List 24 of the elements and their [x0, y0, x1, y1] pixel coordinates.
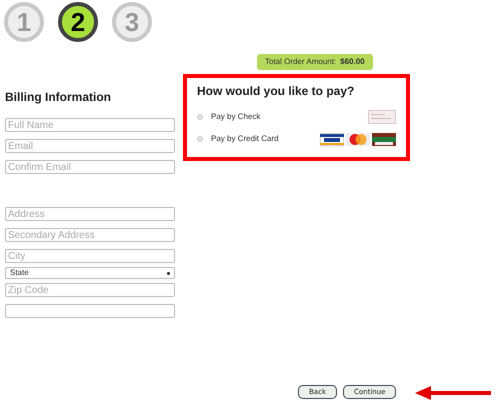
question-heading: How would you like to pay? — [197, 83, 356, 100]
input-field[interactable]: Confirm Email — [5, 160, 175, 174]
input-field[interactable]: Address — [5, 207, 175, 221]
card-icon — [372, 132, 396, 146]
input-field[interactable]: City — [5, 249, 175, 263]
arrow-icon — [415, 386, 491, 400]
radio-button[interactable] — [197, 136, 203, 142]
step-indicator: 3 — [112, 2, 152, 42]
input-field[interactable]: Full Name — [5, 118, 175, 132]
input-field[interactable]: Email — [5, 139, 175, 153]
state-dropdown[interactable]: State — [5, 267, 175, 279]
check-icon — [368, 110, 396, 124]
total-badge: Total Order Amount: $60.00 — [257, 54, 373, 70]
step-indicator: 2 — [58, 2, 98, 42]
input-field[interactable] — [5, 304, 175, 318]
section-heading: Billing Information — [5, 89, 112, 106]
option-label: Pay by Check — [211, 111, 262, 123]
input-field[interactable]: Zip Code — [5, 283, 175, 297]
input-field[interactable]: Secondary Address — [5, 228, 175, 242]
radio-button[interactable] — [197, 114, 203, 120]
card-icon — [320, 132, 344, 146]
card-icon — [346, 132, 370, 146]
option-label: Pay by Credit Card — [211, 133, 280, 145]
step-indicator: 1 — [4, 2, 44, 42]
